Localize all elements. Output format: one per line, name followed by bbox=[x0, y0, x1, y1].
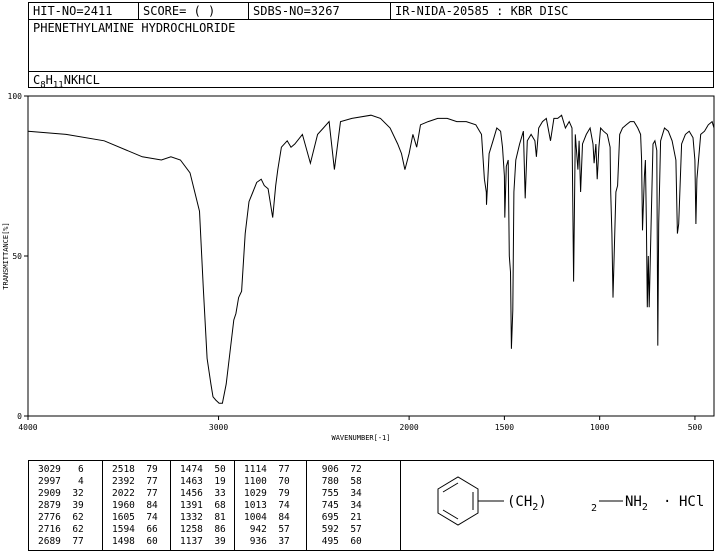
y-axis-label: TRANSMITTANCE[%] bbox=[2, 222, 10, 289]
x-tick-label: 1000 bbox=[590, 423, 609, 432]
peak-row: 1960 84 bbox=[112, 500, 158, 511]
peak-row: 2997 4 bbox=[38, 476, 84, 487]
benzene-ring bbox=[437, 476, 504, 526]
peak-row: 495 60 bbox=[316, 536, 362, 547]
peak-row: 1258 86 bbox=[180, 524, 226, 535]
peak-row: 2909 32 bbox=[38, 488, 84, 499]
peak-row: 942 57 bbox=[244, 524, 290, 535]
hit-number: HIT-NO=2411 bbox=[29, 3, 139, 19]
x-tick-label: 4000 bbox=[18, 423, 37, 432]
chain-count: 2 bbox=[591, 503, 597, 514]
peak-table: (CH2) 2 NH2 · HCl 3029 6 2997 4 2909 32 287… bbox=[28, 460, 714, 551]
peak-column: 1114 77 1100 70 1029 79 1013 74 1004 84 942 … bbox=[235, 461, 307, 550]
measurement-method: IR-NIDA-20585 : KBR DISC bbox=[395, 4, 569, 18]
salt-label: HCl bbox=[679, 494, 704, 510]
peak-row: 2776 62 bbox=[38, 512, 84, 523]
peak-row: 2879 39 bbox=[38, 500, 84, 511]
peak-row: 936 37 bbox=[244, 536, 290, 547]
peak-row: 1456 33 bbox=[180, 488, 226, 499]
peak-column: 1474 50 1463 19 1456 33 1391 68 1332 81 1258 … bbox=[171, 461, 235, 550]
salt-dot: · bbox=[663, 494, 671, 510]
y-tick-label: 100 bbox=[8, 92, 23, 101]
peak-row: 1332 81 bbox=[180, 512, 226, 523]
peak-row: 592 57 bbox=[316, 524, 362, 535]
peak-row: 2392 77 bbox=[112, 476, 158, 487]
peak-row: 1474 50 bbox=[180, 464, 226, 475]
peak-row: 1029 79 bbox=[244, 488, 290, 499]
x-tick-label: 3000 bbox=[209, 423, 228, 432]
peak-row: 755 34 bbox=[316, 488, 362, 499]
peak-row: 1391 68 bbox=[180, 500, 226, 511]
peak-row: 906 72 bbox=[316, 464, 362, 475]
peak-row: 1013 74 bbox=[244, 500, 290, 511]
header-top-row: HIT-NO=2411 SCORE= ( ) SDBS-NO=3267 IR-N… bbox=[29, 3, 713, 20]
peak-row: 2689 77 bbox=[38, 536, 84, 547]
structure-panel: (CH2) 2 NH2 · HCl bbox=[401, 461, 713, 550]
peak-column: 906 72 780 58 755 34 745 34 695 21 592 5… bbox=[307, 461, 401, 550]
peak-row: 1605 74 bbox=[112, 512, 158, 523]
spectrum-header: HIT-NO=2411 SCORE= ( ) SDBS-NO=3267 IR-N… bbox=[28, 2, 714, 90]
peak-row: 1100 70 bbox=[244, 476, 290, 487]
spectrum-line bbox=[27, 114, 715, 404]
y-tick-label: 0 bbox=[17, 412, 22, 421]
chain-label: (CH2) bbox=[507, 494, 547, 513]
compound-name: PHENETHYLAMINE HYDROCHLORIDE bbox=[33, 21, 236, 35]
amine-label: NH2 bbox=[625, 494, 648, 513]
peak-row: 1114 77 bbox=[244, 464, 290, 475]
formula-divider bbox=[29, 71, 713, 72]
peak-row: 3029 6 bbox=[38, 464, 84, 475]
x-tick-label: 500 bbox=[688, 423, 703, 432]
plot-frame bbox=[27, 95, 715, 417]
peak-row: 780 58 bbox=[316, 476, 362, 487]
peak-row: 2518 79 bbox=[112, 464, 158, 475]
peak-column: 3029 6 2997 4 2909 32 2879 39 2776 62 2716 62… bbox=[29, 461, 103, 550]
x-tick-label: 2000 bbox=[399, 423, 418, 432]
sdbs-number: SDBS-NO=3267 bbox=[249, 3, 391, 19]
peak-row: 1594 66 bbox=[112, 524, 158, 535]
phenethylamine-structure: (CH2) 2 NH2 · HCl bbox=[437, 476, 704, 526]
peak-row: 1137 39 bbox=[180, 536, 226, 547]
peak-row: 2022 77 bbox=[112, 488, 158, 499]
peak-row: 695 21 bbox=[316, 512, 362, 523]
peak-column: 2518 79 2392 77 2022 77 1960 84 1605 74 1594 … bbox=[103, 461, 171, 550]
peak-row: 1004 84 bbox=[244, 512, 290, 523]
peak-row: 1498 60 bbox=[112, 536, 158, 547]
peak-row: 2716 62 bbox=[38, 524, 84, 535]
x-axis-label: WAVENUMBER[-1] bbox=[331, 434, 390, 442]
peak-row: 745 34 bbox=[316, 500, 362, 511]
peak-row: 1463 19 bbox=[180, 476, 226, 487]
x-tick-label: 1500 bbox=[495, 423, 514, 432]
y-tick-label: 50 bbox=[12, 252, 22, 261]
ir-spectrum-chart: 4000 3000 2000 1500 1000 500 0 50 100 WAVENUMBER[… bbox=[2, 92, 715, 442]
score: SCORE= ( ) bbox=[139, 3, 249, 19]
